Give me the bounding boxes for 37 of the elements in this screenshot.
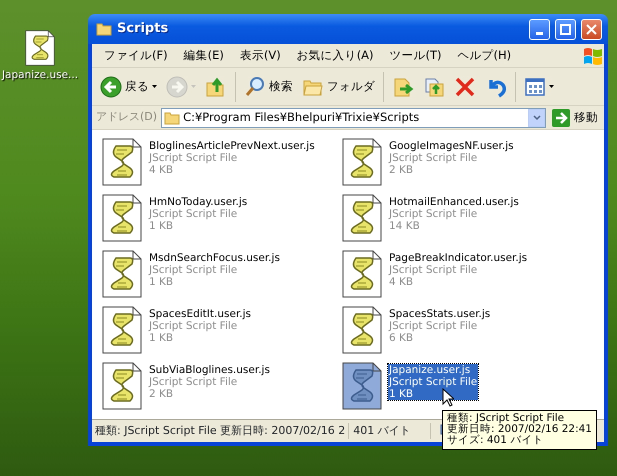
file-name: MsdnSearchFocus.user.js xyxy=(149,252,280,264)
file-size: 6 KB xyxy=(389,332,414,344)
file-size: 1 KB xyxy=(149,220,174,232)
file-type: JScript Script File xyxy=(389,208,478,220)
file-type: JScript Script File xyxy=(149,264,238,276)
file-type: JScript Script File xyxy=(389,320,478,332)
file-type: JScript Script File xyxy=(389,152,478,164)
tooltip-line: サイズ: 401 バイト xyxy=(447,435,544,446)
file-name: SpacesStats.user.js xyxy=(389,308,490,320)
tooltip-line: 更新日時: 2007/02/16 22:41 xyxy=(447,424,592,435)
file-name: SpacesEditIt.user.js xyxy=(149,308,252,320)
address-label: アドレス(D) xyxy=(96,109,158,126)
status-details: 種類: JScript Script File 更新日時: 2007/02/16 2 xyxy=(92,422,350,440)
file-name: BloglinesArticlePrevNext.user.js xyxy=(149,140,315,152)
file-size: 4 KB xyxy=(389,276,414,288)
file-size: 1 KB xyxy=(389,388,414,400)
file-type: JScript Script File xyxy=(149,208,238,220)
file-type: JScript Script File xyxy=(389,264,478,276)
window-title: Scripts xyxy=(117,20,170,38)
file-name: GoogleImagesNF.user.js xyxy=(389,140,514,152)
file-name: HmNoToday.user.js xyxy=(149,196,248,208)
file-size: 14 KB xyxy=(389,220,420,232)
file-size: 4 KB xyxy=(149,164,174,176)
file-name: Japanize.user.js xyxy=(389,364,470,376)
file-name: SubViaBloglines.user.js xyxy=(149,364,270,376)
file-size: 2 KB xyxy=(149,388,174,400)
status-size: 401 バイト xyxy=(349,422,432,440)
tooltip-line: 種類: JScript Script File xyxy=(447,413,566,424)
file-name: PageBreakIndicator.user.js xyxy=(389,252,528,264)
file-type: JScript Script File xyxy=(149,320,238,332)
file-name: HotmailEnhanced.user.js xyxy=(389,196,519,208)
file-type: JScript Script File xyxy=(149,376,238,388)
file-type: JScript Script File xyxy=(389,376,478,388)
file-size: 1 KB xyxy=(149,332,174,344)
file-size: 2 KB xyxy=(389,164,414,176)
file-type: JScript Script File xyxy=(149,152,238,164)
file-size: 1 KB xyxy=(149,276,174,288)
